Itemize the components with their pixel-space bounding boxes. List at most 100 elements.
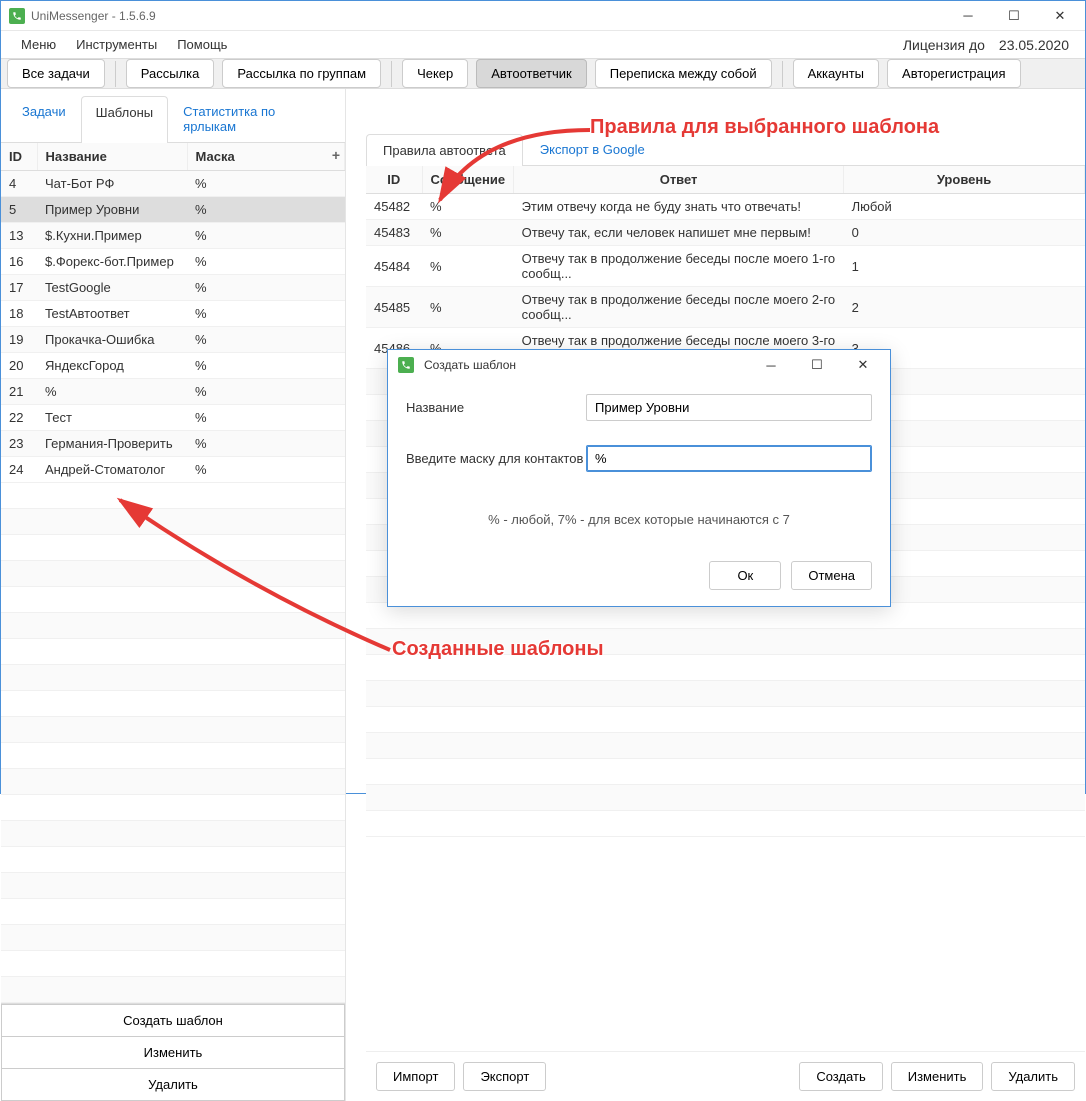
separator bbox=[782, 61, 783, 87]
table-row[interactable]: 13$.Кухни.Пример% bbox=[1, 223, 345, 249]
tb-checker[interactable]: Чекер bbox=[402, 59, 468, 88]
tb-all-tasks[interactable]: Все задачи bbox=[7, 59, 105, 88]
tb-mailing[interactable]: Рассылка bbox=[126, 59, 215, 88]
tb-autoresponder[interactable]: Автоответчик bbox=[476, 59, 586, 88]
table-row[interactable]: 23Германия-Проверить% bbox=[1, 431, 345, 457]
col-level[interactable]: Уровень bbox=[844, 166, 1085, 194]
table-row[interactable]: 45485%Отвечу так в продолжение беседы по… bbox=[366, 287, 1085, 328]
tab-export-google[interactable]: Экспорт в Google bbox=[523, 133, 662, 165]
mask-label: Введите маску для контактов bbox=[406, 451, 586, 466]
titlebar: UniMessenger - 1.5.6.9 ─ ☐ ✕ bbox=[1, 1, 1085, 31]
table-row[interactable] bbox=[1, 613, 345, 639]
col-name[interactable]: Название bbox=[37, 143, 187, 171]
window-title: UniMessenger - 1.5.6.9 bbox=[31, 9, 945, 23]
table-row[interactable] bbox=[1, 483, 345, 509]
table-row[interactable] bbox=[366, 811, 1085, 837]
table-row[interactable]: 4Чат-Бот РФ% bbox=[1, 171, 345, 197]
maximize-button[interactable]: ☐ bbox=[991, 1, 1037, 31]
table-row[interactable] bbox=[1, 717, 345, 743]
name-input[interactable] bbox=[586, 394, 872, 421]
table-row[interactable] bbox=[366, 707, 1085, 733]
col-id[interactable]: ID bbox=[1, 143, 37, 171]
table-row[interactable] bbox=[1, 925, 345, 951]
table-row[interactable] bbox=[1, 535, 345, 561]
tb-autoreg[interactable]: Авторегистрация bbox=[887, 59, 1020, 88]
tab-rules[interactable]: Правила автоответа bbox=[366, 134, 523, 166]
tab-stats[interactable]: Статиститка по ярлыкам bbox=[168, 95, 339, 142]
name-label: Название bbox=[406, 400, 586, 415]
create-rule-button[interactable]: Создать bbox=[799, 1062, 882, 1091]
tb-group-mailing[interactable]: Рассылка по группам bbox=[222, 59, 381, 88]
table-row[interactable] bbox=[1, 769, 345, 795]
table-row[interactable] bbox=[1, 587, 345, 613]
table-row[interactable]: 22Тест% bbox=[1, 405, 345, 431]
mask-input[interactable] bbox=[586, 445, 872, 472]
license-date: 23.05.2020 bbox=[999, 37, 1069, 53]
col-answer[interactable]: Ответ bbox=[514, 166, 844, 194]
license-label: Лицензия до bbox=[903, 37, 985, 53]
table-row[interactable] bbox=[366, 629, 1085, 655]
edit-template-button[interactable]: Изменить bbox=[1, 1037, 345, 1069]
table-row[interactable]: 45484%Отвечу так в продолжение беседы по… bbox=[366, 246, 1085, 287]
menu-main[interactable]: Меню bbox=[11, 31, 66, 58]
table-row[interactable]: 16$.Форекс-бот.Пример% bbox=[1, 249, 345, 275]
table-row[interactable]: 17TestGoogle% bbox=[1, 275, 345, 301]
create-template-dialog: Создать шаблон ─ ☐ ✕ Название Введите ма… bbox=[387, 349, 891, 607]
col-message[interactable]: Сообщение bbox=[422, 166, 514, 194]
table-row[interactable] bbox=[366, 681, 1085, 707]
toolbar: Все задачи Рассылка Рассылка по группам … bbox=[1, 58, 1085, 89]
delete-template-button[interactable]: Удалить bbox=[1, 1069, 345, 1101]
add-column-icon[interactable]: + bbox=[332, 147, 340, 163]
table-row[interactable] bbox=[1, 847, 345, 873]
dialog-close-button[interactable]: ✕ bbox=[840, 350, 886, 380]
edit-rule-button[interactable]: Изменить bbox=[891, 1062, 984, 1091]
table-row[interactable] bbox=[1, 899, 345, 925]
create-template-button[interactable]: Создать шаблон bbox=[1, 1004, 345, 1037]
table-row[interactable]: 24Андрей-Стоматолог% bbox=[1, 457, 345, 483]
dialog-maximize-button[interactable]: ☐ bbox=[794, 350, 840, 380]
separator bbox=[391, 61, 392, 87]
menu-help[interactable]: Помощь bbox=[167, 31, 237, 58]
table-row[interactable] bbox=[1, 691, 345, 717]
dialog-minimize-button[interactable]: ─ bbox=[748, 350, 794, 380]
table-row[interactable] bbox=[366, 785, 1085, 811]
close-button[interactable]: ✕ bbox=[1037, 1, 1083, 31]
table-row[interactable] bbox=[1, 951, 345, 977]
table-row[interactable] bbox=[1, 509, 345, 535]
menu-tools[interactable]: Инструменты bbox=[66, 31, 167, 58]
table-row[interactable] bbox=[366, 655, 1085, 681]
dialog-ok-button[interactable]: Ок bbox=[709, 561, 781, 590]
right-tabs: Правила автоответа Экспорт в Google bbox=[366, 125, 1085, 166]
table-row[interactable]: 20ЯндексГород% bbox=[1, 353, 345, 379]
menubar: Меню Инструменты Помощь Лицензия до 23.0… bbox=[1, 31, 1085, 58]
table-row[interactable] bbox=[1, 561, 345, 587]
table-row[interactable] bbox=[1, 795, 345, 821]
table-row[interactable] bbox=[1, 639, 345, 665]
table-row[interactable] bbox=[1, 665, 345, 691]
export-button[interactable]: Экспорт bbox=[463, 1062, 546, 1091]
tab-tasks[interactable]: Задачи bbox=[7, 95, 81, 142]
table-row[interactable] bbox=[1, 743, 345, 769]
table-row[interactable]: 19Прокачка-Ошибка% bbox=[1, 327, 345, 353]
table-row[interactable] bbox=[1, 977, 345, 1003]
table-row[interactable]: 45482%Этим отвечу когда не буду знать чт… bbox=[366, 194, 1085, 220]
table-row[interactable]: 21%% bbox=[1, 379, 345, 405]
table-row[interactable] bbox=[1, 873, 345, 899]
table-row[interactable] bbox=[1, 821, 345, 847]
import-button[interactable]: Импорт bbox=[376, 1062, 455, 1091]
tab-templates[interactable]: Шаблоны bbox=[81, 96, 169, 143]
col-mask[interactable]: Маска+ bbox=[187, 143, 345, 171]
minimize-button[interactable]: ─ bbox=[945, 1, 991, 31]
app-icon bbox=[9, 8, 25, 24]
table-row[interactable]: 18TestАвтоответ% bbox=[1, 301, 345, 327]
tb-accounts[interactable]: Аккаунты bbox=[793, 59, 879, 88]
tb-chat-between[interactable]: Переписка между собой bbox=[595, 59, 772, 88]
dialog-cancel-button[interactable]: Отмена bbox=[791, 561, 872, 590]
table-row[interactable]: 45483%Отвечу так, если человек напишет м… bbox=[366, 220, 1085, 246]
templates-table: ID Название Маска+ 4Чат-Бот РФ%5Пример У… bbox=[1, 143, 345, 1003]
delete-rule-button[interactable]: Удалить bbox=[991, 1062, 1075, 1091]
table-row[interactable] bbox=[366, 733, 1085, 759]
table-row[interactable] bbox=[366, 759, 1085, 785]
col-rule-id[interactable]: ID bbox=[366, 166, 422, 194]
table-row[interactable]: 5Пример Уровни% bbox=[1, 197, 345, 223]
